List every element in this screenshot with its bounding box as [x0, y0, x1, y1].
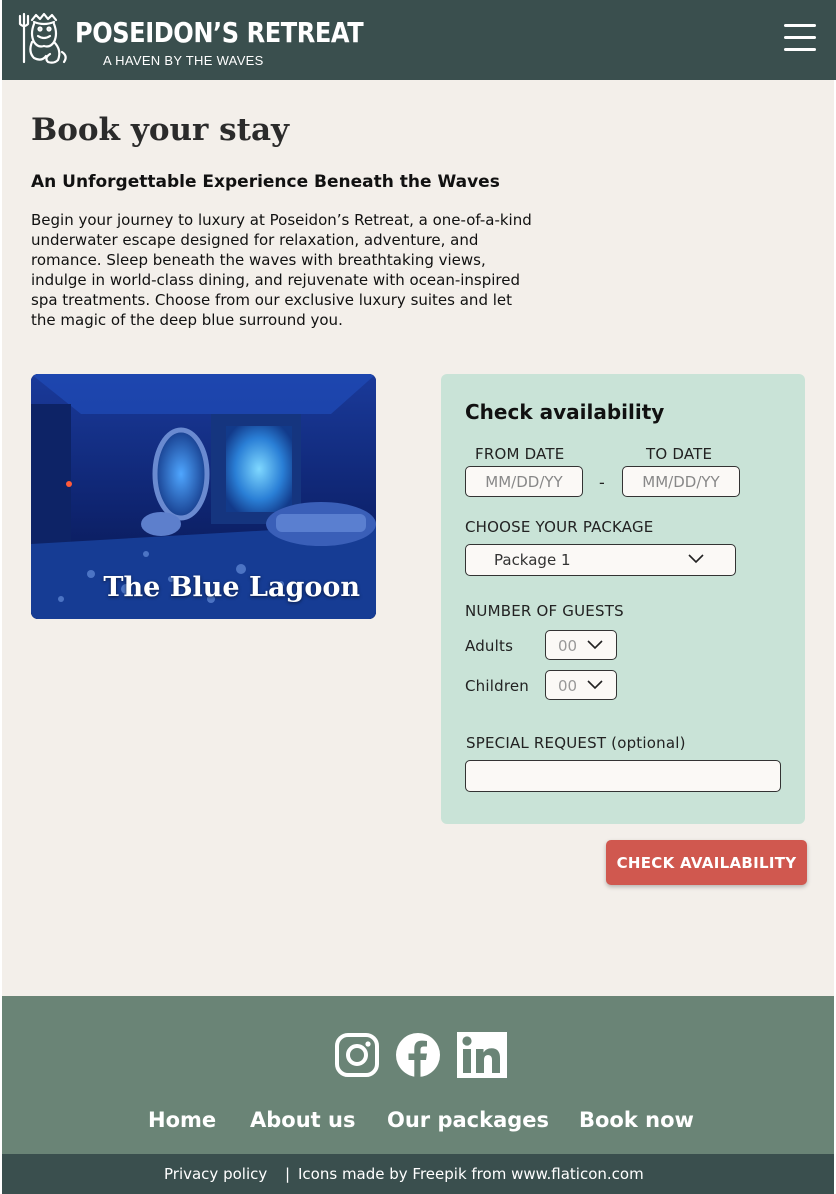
footer-separator: | — [285, 1165, 291, 1183]
brand-title[interactable]: POSEIDON’S RETREAT — [75, 16, 364, 49]
chevron-down-icon — [688, 554, 704, 564]
page-title: Book your stay — [31, 112, 290, 148]
form-title: Check availability — [465, 400, 665, 424]
footer-nav-about[interactable]: About us — [250, 1108, 355, 1132]
children-label: Children — [465, 677, 530, 695]
guests-label: NUMBER OF GUESTS — [465, 602, 624, 620]
brand-tagline: A HAVEN BY THE WAVES — [103, 53, 264, 68]
package-select-value: Package 1 — [494, 551, 571, 569]
footer-nav-book[interactable]: Book now — [579, 1108, 694, 1132]
children-select[interactable]: 00 — [545, 670, 617, 700]
linkedin-icon[interactable] — [457, 1032, 507, 1078]
page-subtitle: An Unforgettable Experience Beneath the … — [31, 172, 500, 192]
privacy-policy-link[interactable]: Privacy policy — [164, 1165, 267, 1183]
adults-select-value: 00 — [558, 637, 578, 655]
chevron-down-icon — [587, 640, 603, 650]
date-separator: - — [599, 473, 605, 492]
poseidon-trident-icon[interactable] — [18, 12, 70, 66]
availability-form: Check availability FROM DATE TO DATE MM/… — [441, 374, 805, 824]
check-availability-button[interactable]: CHECK AVAILABILITY — [606, 840, 807, 885]
hamburger-menu-icon[interactable] — [784, 24, 818, 52]
main-content: Book your stay An Unforgettable Experien… — [2, 80, 834, 996]
intro-paragraph: Begin your journey to luxury at Poseidon… — [31, 211, 532, 329]
icon-credits: Icons made by Freepik from www.flaticon.… — [298, 1165, 644, 1183]
instagram-icon[interactable] — [334, 1032, 380, 1078]
footer-nav-packages[interactable]: Our packages — [387, 1108, 549, 1132]
image-caption: The Blue Lagoon — [103, 572, 360, 603]
footer-bottom-bar: Privacy policy | Icons made by Freepik f… — [2, 1154, 834, 1194]
to-date-label: TO DATE — [646, 445, 713, 463]
chevron-down-icon — [587, 680, 603, 690]
to-date-input[interactable]: MM/DD/YY — [622, 466, 740, 497]
adults-label: Adults — [465, 637, 514, 655]
facebook-icon[interactable] — [395, 1032, 441, 1078]
site-header: POSEIDON’S RETREAT A HAVEN BY THE WAVES — [2, 0, 836, 80]
footer-nav-home[interactable]: Home — [148, 1108, 216, 1132]
special-request-label: SPECIAL REQUEST (optional) — [466, 734, 686, 752]
children-select-value: 00 — [558, 677, 578, 695]
package-select[interactable]: Package 1 — [465, 544, 736, 576]
from-date-input[interactable]: MM/DD/YY — [465, 466, 583, 497]
adults-select[interactable]: 00 — [545, 630, 617, 660]
suite-image-card[interactable]: The Blue Lagoon — [31, 374, 376, 619]
special-request-input[interactable] — [465, 760, 781, 792]
site-footer: Home About us Our packages Book now — [2, 996, 834, 1154]
from-date-label: FROM DATE — [475, 445, 565, 463]
package-label: CHOOSE YOUR PACKAGE — [465, 518, 654, 536]
